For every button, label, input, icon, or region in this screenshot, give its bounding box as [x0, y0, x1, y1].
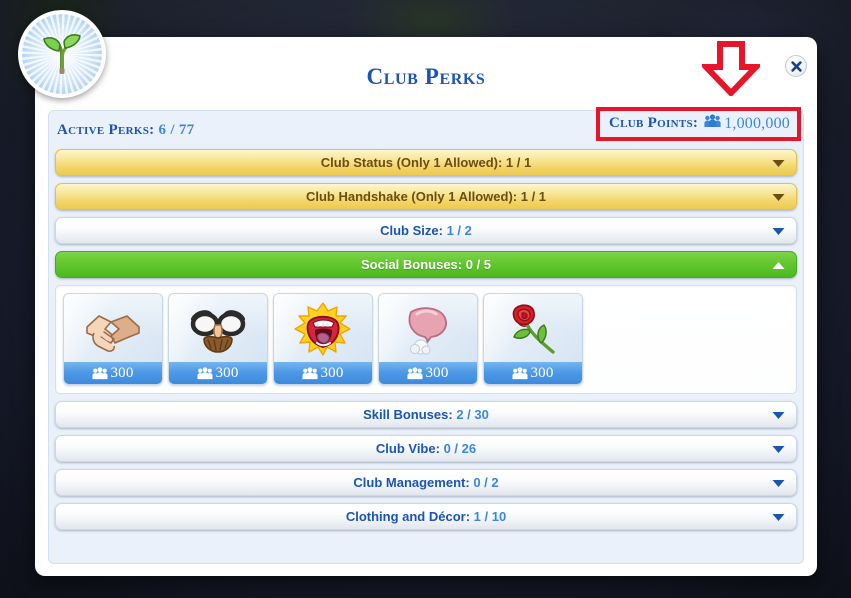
- perk-card-disguise-glasses[interactable]: 300: [168, 293, 268, 385]
- club-perks-dialog: Club Perks Active Perks: 6 / 77 Club Poi…: [18, 10, 817, 576]
- category-row-club-status[interactable]: Club Status (Only 1 Allowed): 1 / 1: [55, 149, 797, 176]
- chevron-down-icon: [772, 441, 785, 456]
- perk-card-rose[interactable]: 300: [483, 293, 583, 385]
- perk-price: 300: [379, 362, 477, 384]
- perk-price-value: 300: [110, 364, 134, 381]
- category-label: Clothing and Décor:: [345, 509, 471, 524]
- category-count: 0 / 5: [465, 257, 492, 272]
- category-label: Club Vibe:: [375, 441, 440, 456]
- club-points-people-icon: [704, 114, 721, 133]
- category-count: 2 / 30: [456, 407, 489, 422]
- social-bonuses-card-grid: 300 300 300 300 300: [55, 285, 797, 394]
- club-points-value: 1,000,000: [724, 114, 790, 132]
- category-row-clothing-and-decor[interactable]: Clothing and Décor: 1 / 10: [55, 503, 797, 530]
- perk-price-value: 300: [320, 364, 344, 381]
- shouting-mouth-icon: [274, 294, 372, 364]
- chevron-down-icon: [772, 407, 785, 422]
- perk-price: 300: [169, 362, 267, 384]
- club-points-people-icon: [407, 366, 423, 379]
- page-title: Club Perks: [366, 64, 486, 89]
- category-count: 0 / 26: [443, 441, 477, 456]
- chevron-down-icon: [772, 189, 785, 204]
- club-points-people-icon: [512, 366, 528, 379]
- club-points-badge: Club Points: 1,000,000: [595, 107, 801, 141]
- category-count: 1 / 1: [520, 189, 547, 204]
- category-count: 0 / 2: [473, 475, 499, 490]
- perk-price: 300: [484, 362, 582, 384]
- perks-content-panel: Active Perks: 6 / 77 Club Points: 1,000,…: [48, 107, 804, 564]
- stats-bar: Active Perks: 6 / 77 Club Points: 1,000,…: [49, 107, 803, 149]
- chevron-down-icon: [772, 223, 785, 238]
- perk-category-list: Club Status (Only 1 Allowed): 1 / 1 Club…: [49, 149, 803, 530]
- category-label: Club Status (Only 1 Allowed):: [320, 155, 503, 170]
- close-icon[interactable]: [785, 55, 807, 77]
- active-perks-label: Active Perks:: [57, 121, 155, 138]
- perk-card-shouting-mouth[interactable]: 300: [273, 293, 373, 385]
- chevron-down-icon: [772, 509, 785, 524]
- active-perks-status: Active Perks: 6 / 77: [57, 122, 194, 139]
- chevron-down-icon: [772, 475, 785, 490]
- perk-price-value: 300: [215, 364, 239, 381]
- category-label: Club Management:: [353, 475, 470, 490]
- category-label: Social Bonuses:: [360, 257, 463, 272]
- category-row-club-vibe[interactable]: Club Vibe: 0 / 26: [55, 435, 797, 462]
- chevron-up-icon: [772, 257, 785, 272]
- category-row-social-bonuses[interactable]: Social Bonuses: 0 / 5: [55, 251, 797, 278]
- category-count: 1 / 10: [473, 509, 507, 524]
- category-label: Club Handshake (Only 1 Allowed):: [305, 189, 518, 204]
- category-row-club-size[interactable]: Club Size: 1 / 2: [55, 217, 797, 244]
- club-points-people-icon: [197, 366, 213, 379]
- perk-card-whoopee-cushion[interactable]: 300: [378, 293, 478, 385]
- disguise-glasses-icon: [169, 294, 267, 364]
- perk-price: 300: [274, 362, 372, 384]
- perk-price: 300: [64, 362, 162, 384]
- rose-icon: [484, 294, 582, 364]
- club-points-people-icon: [302, 366, 318, 379]
- category-row-club-handshake[interactable]: Club Handshake (Only 1 Allowed): 1 / 1: [55, 183, 797, 210]
- handshake-icon: [64, 294, 162, 364]
- category-label: Skill Bonuses:: [363, 407, 453, 422]
- whoopee-cushion-icon: [379, 294, 477, 364]
- perk-price-value: 300: [530, 364, 554, 381]
- club-points-label: Club Points:: [608, 115, 699, 131]
- club-points-people-icon: [92, 366, 108, 379]
- category-count: 1 / 1: [505, 155, 532, 170]
- category-row-club-management[interactable]: Club Management: 0 / 2: [55, 469, 797, 496]
- category-count: 1 / 2: [446, 223, 472, 238]
- category-row-skill-bonuses[interactable]: Skill Bonuses: 2 / 30: [55, 401, 797, 428]
- perk-price-value: 300: [425, 364, 449, 381]
- chevron-down-icon: [772, 155, 785, 170]
- category-label: Club Size:: [380, 223, 443, 238]
- perk-card-handshake[interactable]: 300: [63, 293, 163, 385]
- active-perks-value: 6 / 77: [158, 121, 195, 138]
